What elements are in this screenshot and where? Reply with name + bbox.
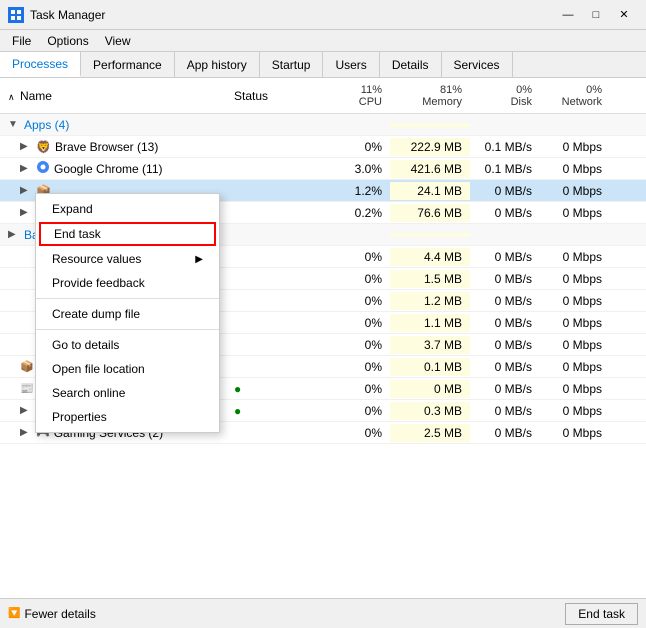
fewer-details-button[interactable]: 🔽 Fewer details — [8, 607, 96, 621]
title-bar: Task Manager — □ ✕ — [0, 0, 646, 30]
tab-services[interactable]: Services — [442, 52, 513, 77]
window-controls: — □ ✕ — [554, 6, 638, 24]
tab-processes[interactable]: Processes — [0, 52, 81, 77]
submenu-arrow-icon: ▶ — [195, 254, 203, 265]
tab-users[interactable]: Users — [323, 52, 379, 77]
tab-startup[interactable]: Startup — [260, 52, 324, 77]
context-separator-1 — [36, 298, 219, 299]
maximize-button[interactable]: □ — [582, 6, 610, 24]
context-properties[interactable]: Properties — [36, 405, 219, 429]
bottom-bar: 🔽 Fewer details End task — [0, 598, 646, 628]
memory-label: Memory — [398, 96, 462, 108]
tab-bar: Processes Performance App history Startu… — [0, 52, 646, 78]
context-menu: Expand End task Resource values ▶ Provid… — [35, 193, 220, 433]
col-status-label: Status — [234, 89, 268, 103]
menu-file[interactable]: File — [4, 32, 39, 49]
chevron-down-icon: 🔽 — [8, 608, 20, 619]
sort-arrow: ∧ — [8, 92, 15, 102]
network-pct: 0% — [548, 84, 602, 96]
col-name-label: Name — [20, 89, 52, 103]
context-open-file-location[interactable]: Open file location — [36, 357, 219, 381]
brave-name: ▶ 🦁 Brave Browser (13) — [0, 138, 230, 156]
disk-pct: 0% — [478, 84, 532, 96]
close-button[interactable]: ✕ — [610, 6, 638, 24]
group-apps-text: Apps (4) — [24, 118, 69, 132]
tab-details[interactable]: Details — [380, 52, 442, 77]
cpu-label: CPU — [328, 96, 382, 108]
col-header-name[interactable]: ∧ Name — [0, 85, 230, 107]
context-end-task[interactable]: End task — [39, 222, 216, 246]
col-header-memory[interactable]: 81% Memory — [390, 80, 470, 112]
context-expand[interactable]: Expand — [36, 197, 219, 221]
fewer-details-label: Fewer details — [24, 607, 95, 621]
cpu-pct: 11% — [328, 84, 382, 96]
context-create-dump[interactable]: Create dump file — [36, 302, 219, 326]
context-search-online[interactable]: Search online — [36, 381, 219, 405]
disk-label: Disk — [478, 96, 532, 108]
col-header-disk[interactable]: 0% Disk — [470, 80, 540, 112]
col-header-cpu[interactable]: 11% CPU — [320, 80, 390, 112]
network-label: Network — [548, 96, 602, 108]
context-separator-2 — [36, 329, 219, 330]
window-title: Task Manager — [30, 8, 105, 22]
context-provide-feedback[interactable]: Provide feedback — [36, 271, 219, 295]
row-chrome[interactable]: ▶ Google Chrome (11) 3.0% 421.6 MB 0.1 M… — [0, 158, 646, 180]
memory-pct: 81% — [398, 84, 462, 96]
group-apps-label: ▼ Apps (4) — [0, 116, 230, 134]
tab-app-history[interactable]: App history — [175, 52, 260, 77]
col-header-network[interactable]: 0% Network — [540, 80, 610, 112]
end-task-button[interactable]: End task — [565, 603, 638, 625]
table-header: ∧ Name Status 11% CPU 81% Memory 0% Disk… — [0, 78, 646, 114]
col-header-status[interactable]: Status — [230, 85, 320, 107]
chrome-name: ▶ Google Chrome (11) — [0, 158, 230, 179]
minimize-button[interactable]: — — [554, 6, 582, 24]
menu-bar: File Options View — [0, 30, 646, 52]
group-apps[interactable]: ▼ Apps (4) — [0, 114, 646, 136]
row-brave[interactable]: ▶ 🦁 Brave Browser (13) 0% 222.9 MB 0.1 M… — [0, 136, 646, 158]
menu-view[interactable]: View — [97, 32, 139, 49]
main-content: ∧ Name Status 11% CPU 81% Memory 0% Disk… — [0, 78, 646, 598]
tab-performance[interactable]: Performance — [81, 52, 175, 77]
expand-icon: ▼ — [8, 119, 20, 130]
context-go-to-details[interactable]: Go to details — [36, 333, 219, 357]
app-icon — [8, 7, 24, 23]
context-resource-values[interactable]: Resource values ▶ — [36, 247, 219, 271]
menu-options[interactable]: Options — [39, 32, 96, 49]
